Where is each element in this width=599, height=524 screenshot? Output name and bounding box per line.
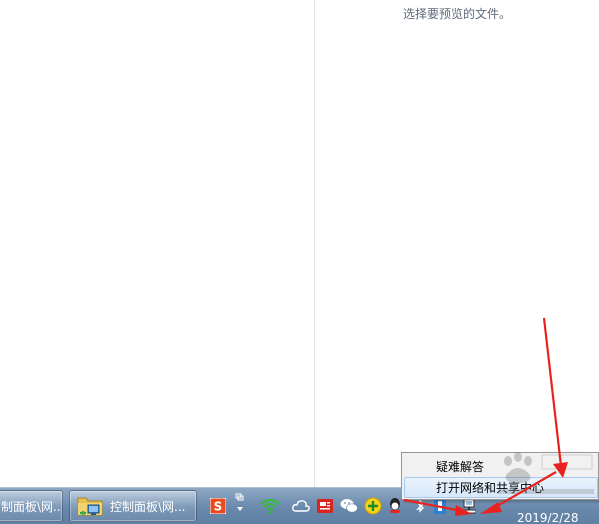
sogou-ime-icon[interactable]: S: [210, 496, 226, 516]
menu-item-troubleshoot[interactable]: 疑难解答: [404, 456, 598, 477]
menu-item-label: 打开网络和共享中心: [436, 481, 545, 495]
wechat-icon[interactable]: [340, 496, 358, 516]
preview-message: 选择要预览的文件。: [403, 7, 512, 21]
taskbar-button-control-panel-2[interactable]: 控制面板\网...: [69, 490, 197, 522]
folder-network-icon: [76, 493, 106, 519]
screen: 选择要预览的文件。 制面板\网... 控制面板\网... S 2019/2/28…: [0, 0, 599, 524]
qq-icon[interactable]: [388, 496, 402, 516]
wifi-icon[interactable]: [260, 496, 280, 516]
taskbar-button-label: 制面板\网...: [1, 499, 63, 514]
cloud-icon[interactable]: [292, 496, 310, 516]
clock-date[interactable]: 2019/2/28: [517, 511, 579, 524]
taskbar-button-control-panel-1[interactable]: 制面板\网...: [0, 490, 63, 522]
ime-toggle-icon[interactable]: [235, 493, 245, 514]
menu-item-open-network-sharing-center[interactable]: 打开网络和共享中心: [404, 477, 598, 498]
svg-text:S: S: [214, 500, 223, 514]
taskbar-button-label: 控制面板\网...: [110, 499, 186, 514]
menu-item-label: 疑难解答: [436, 460, 485, 474]
network-icon[interactable]: [462, 498, 476, 518]
add-icon[interactable]: [364, 496, 382, 516]
network-context-menu: 疑难解答 打开网络和共享中心: [401, 452, 599, 500]
file-list-pane[interactable]: [0, 0, 314, 487]
news-icon[interactable]: [317, 496, 333, 516]
preview-pane: 选择要预览的文件。: [315, 0, 599, 487]
